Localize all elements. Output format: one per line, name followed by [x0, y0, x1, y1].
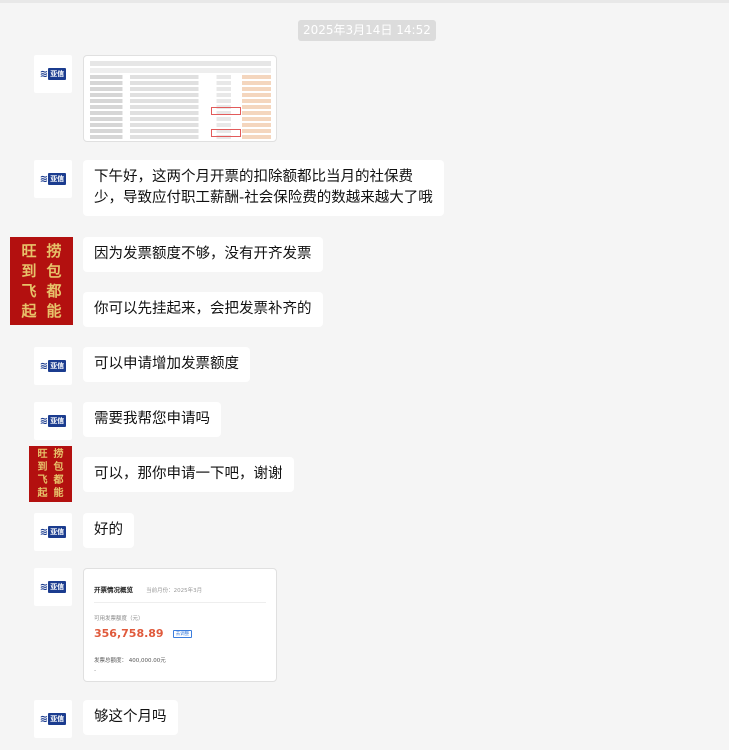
message-line: 可以申请增加发票额度 — [94, 356, 239, 372]
user-avatar[interactable]: 旺捞 到包 飞都 起能 — [29, 446, 72, 502]
message-line: 下午好，这两个月开票的扣除额都比当月的社保费 — [94, 169, 413, 185]
message-bubble[interactable]: 需要我帮您申请吗 — [83, 402, 221, 437]
total-quota: 发票总额度： 400,000.00元 — [94, 658, 166, 664]
calligraphy-avatar-icon: 旺捞 到包 飞都 起能 — [21, 242, 62, 320]
message-bubble[interactable]: 你可以先挂起来，会把发票补齐的 — [83, 292, 323, 327]
company-logo-icon: ≋ 亚信 — [39, 713, 67, 725]
agent-avatar[interactable]: ≋ 亚信 — [34, 160, 72, 198]
company-logo-icon: ≋ 亚信 — [39, 68, 67, 80]
highlight-box — [211, 107, 241, 115]
message-bubble[interactable]: 因为发票额度不够，没有开齐发票 — [83, 237, 323, 272]
company-logo-icon: ≋ 亚信 — [39, 526, 67, 538]
available-quota-amount: 356,758.89 — [94, 627, 164, 640]
placeholder-dash: - — [94, 667, 97, 674]
message-line: 可以，那你申请一下吧，谢谢 — [94, 466, 283, 482]
company-logo-icon: ≋ 亚信 — [39, 415, 67, 427]
message-bubble[interactable]: 可以申请增加发票额度 — [83, 347, 250, 382]
invoice-overview-image[interactable]: 开票情况概览 当前月份：2025年3月 可用发票额度（元） 356,758.89… — [83, 568, 277, 682]
message-bubble[interactable]: 好的 — [83, 513, 134, 548]
agent-avatar[interactable]: ≋ 亚信 — [34, 347, 72, 385]
available-quota-label: 可用发票额度（元） — [94, 616, 144, 622]
agent-avatar[interactable]: ≋ 亚信 — [34, 513, 72, 551]
divider — [94, 602, 266, 603]
message-line: 少，导致应付职工薪酬-社会保险费的数越来越大了哦 — [94, 190, 433, 206]
agent-avatar[interactable]: ≋ 亚信 — [34, 568, 72, 606]
agent-avatar[interactable]: ≋ 亚信 — [34, 402, 72, 440]
invoice-title: 开票情况概览 — [94, 586, 133, 594]
message-line: 因为发票额度不够，没有开齐发票 — [94, 246, 312, 262]
company-logo-icon: ≋ 亚信 — [39, 360, 67, 372]
message-line: 好的 — [94, 522, 123, 538]
message-line: 你可以先挂起来，会把发票补齐的 — [94, 301, 312, 317]
message-line: 够这个月吗 — [94, 709, 167, 725]
message-bubble[interactable]: 下午好，这两个月开票的扣除额都比当月的社保费 少，导致应付职工薪酬-社会保险费的… — [83, 160, 444, 216]
spreadsheet-thumbnail — [90, 61, 271, 141]
invoice-period: 当前月份：2025年3月 — [146, 588, 203, 594]
spreadsheet-image-message[interactable] — [83, 55, 277, 142]
company-logo-icon: ≋ 亚信 — [39, 173, 67, 185]
user-avatar[interactable]: 旺捞 到包 飞都 起能 — [10, 237, 73, 325]
message-bubble[interactable]: 可以，那你申请一下吧，谢谢 — [83, 457, 294, 492]
calligraphy-avatar-icon: 旺捞 到包 飞都 起能 — [37, 449, 64, 499]
message-bubble[interactable]: 够这个月吗 — [83, 700, 178, 735]
company-logo-icon: ≋ 亚信 — [39, 581, 67, 593]
chat-timestamp: 2025年3月14日 14:52 — [298, 20, 436, 41]
message-line: 需要我帮您申请吗 — [94, 411, 210, 427]
highlight-box — [211, 129, 241, 137]
agent-avatar[interactable]: ≋ 亚信 — [34, 700, 72, 738]
adjust-quota-button: 去调整 — [172, 630, 193, 638]
agent-avatar[interactable]: ≋ 亚信 — [34, 55, 72, 93]
window-top-edge — [0, 0, 729, 3]
